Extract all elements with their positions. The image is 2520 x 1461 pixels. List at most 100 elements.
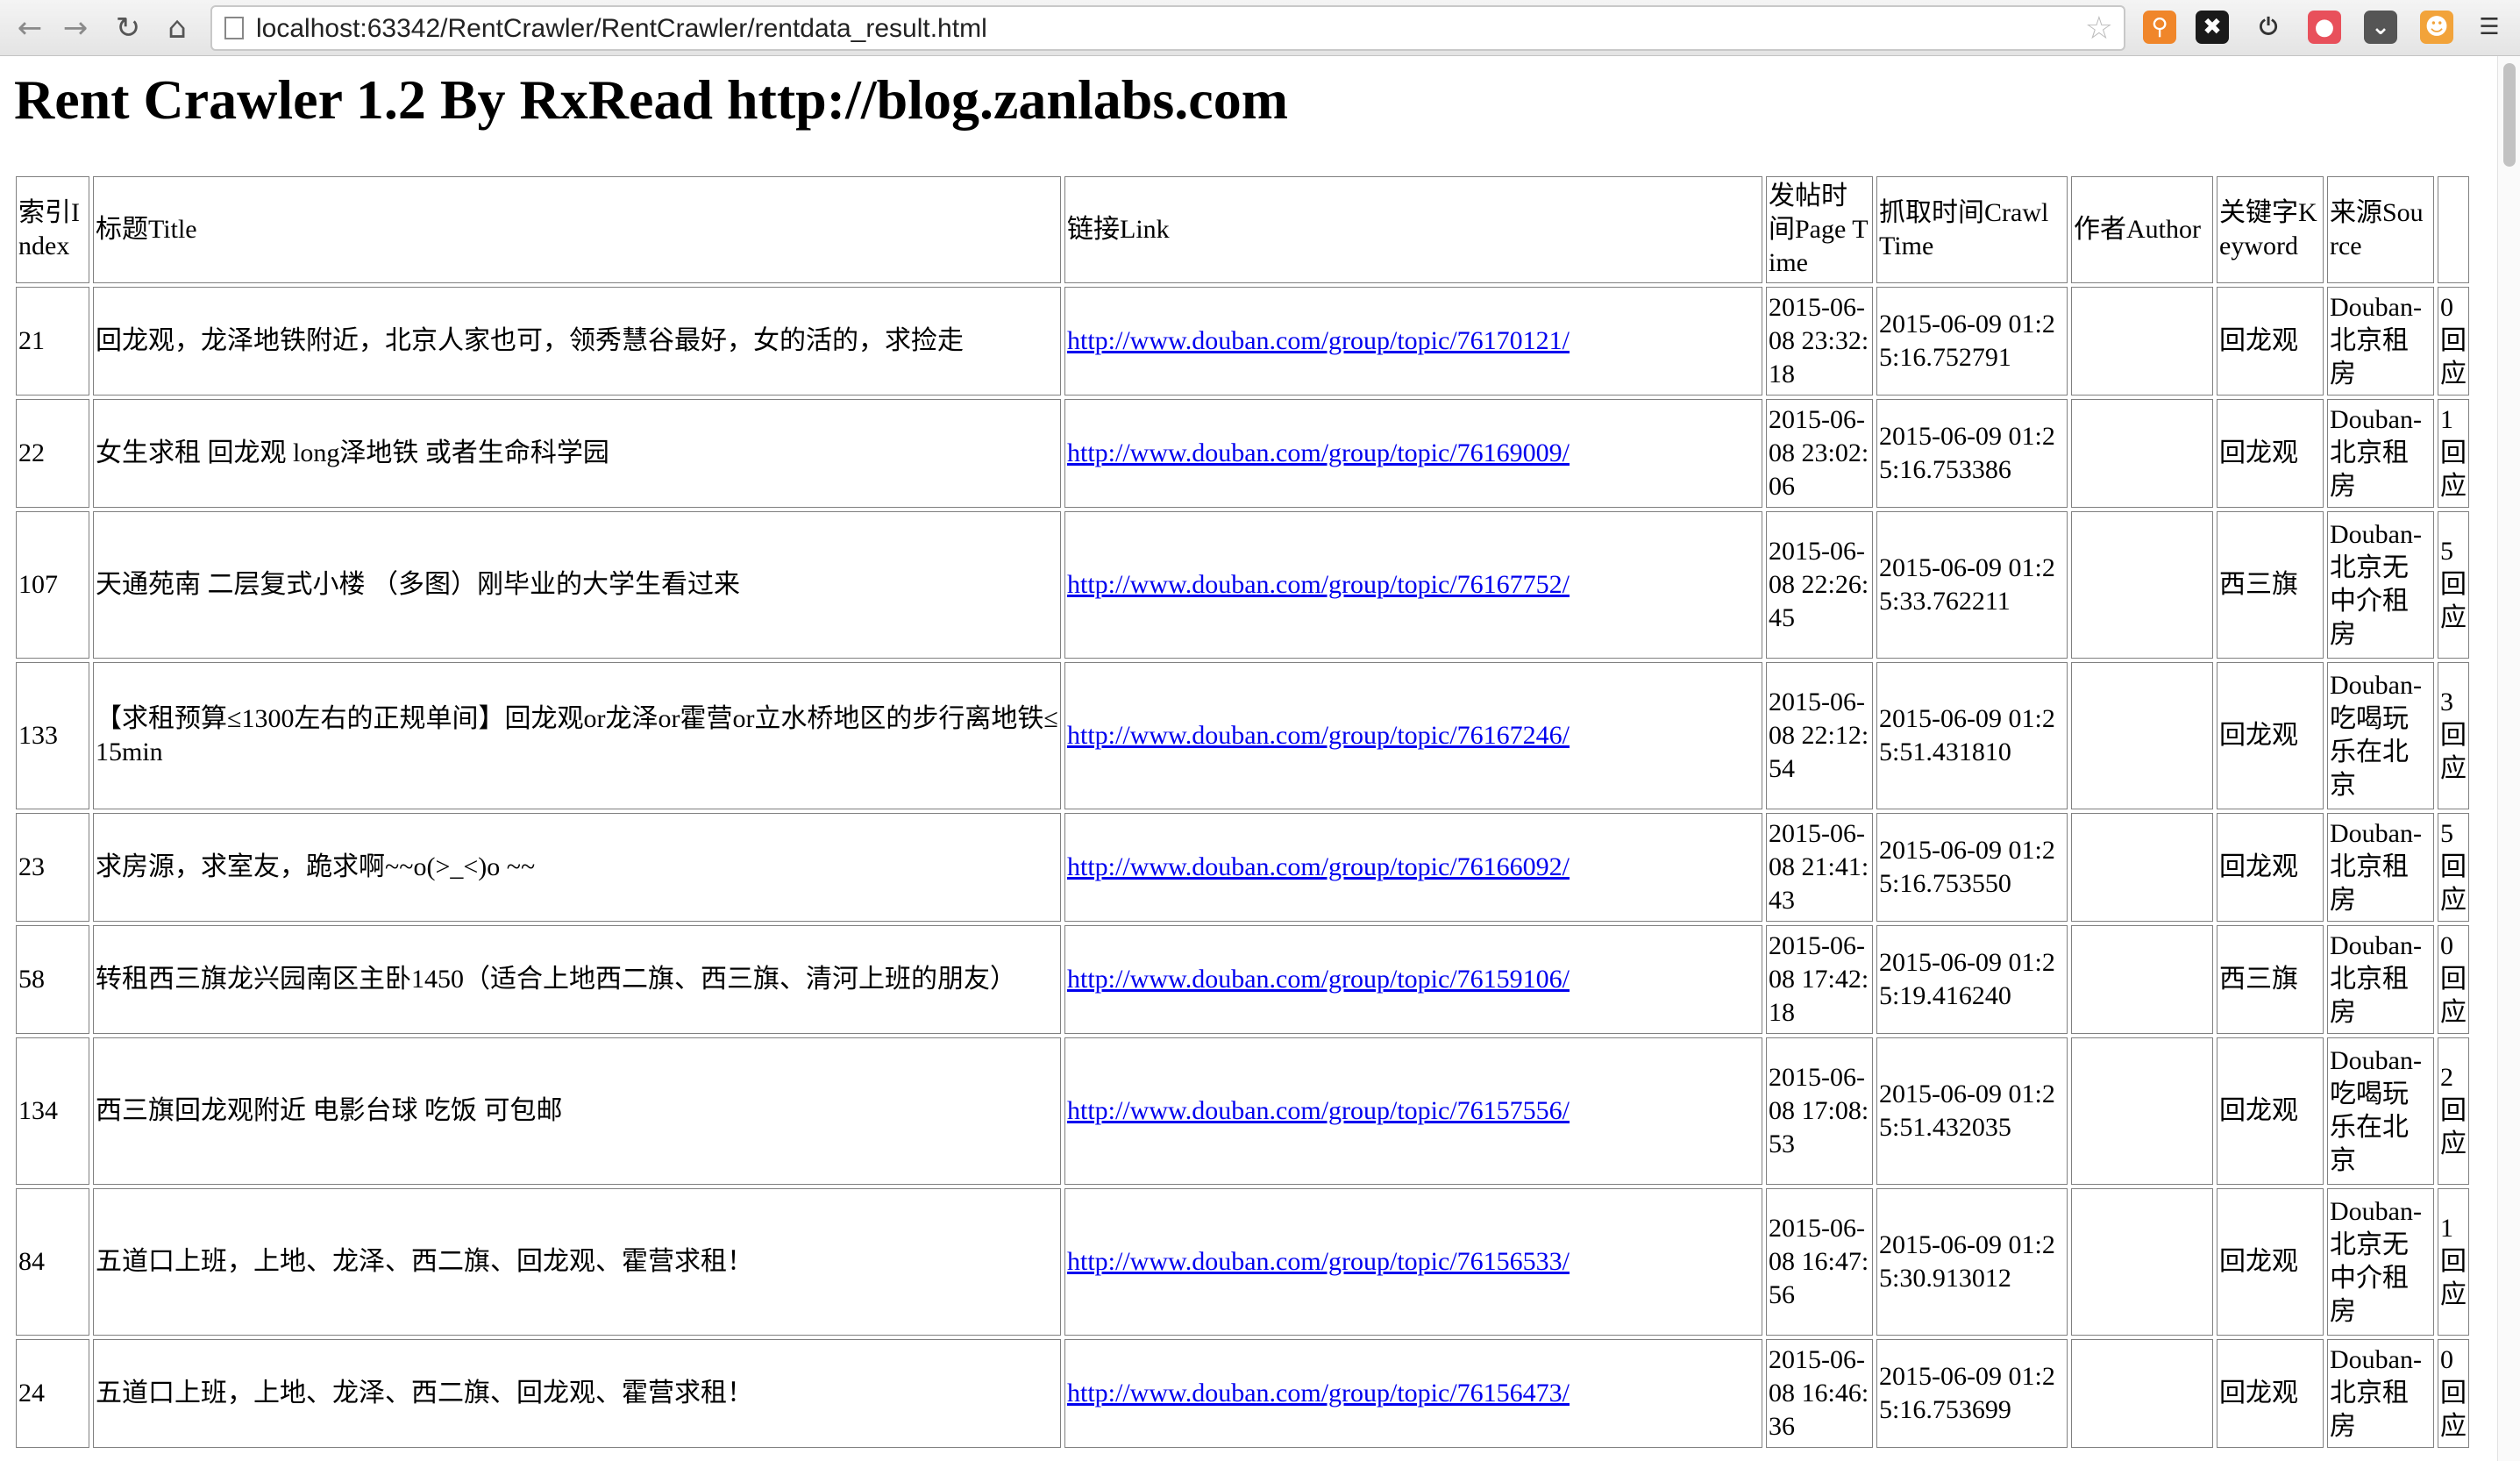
cell-index: 24 xyxy=(16,1339,89,1448)
table-row: 22 女生求租 回龙观 long泽地铁 或者生命科学园 http://www.d… xyxy=(16,399,2469,508)
cell-link: http://www.douban.com/group/topic/761701… xyxy=(1064,287,1762,396)
cell-title: 五道口上班，上地、龙泽、西二旗、回龙观、霍营求租！ xyxy=(93,1188,1061,1336)
cell-title: 求房源，求室友，跪求啊~~o(>_<)o ~~ xyxy=(93,813,1061,922)
cell-link: http://www.douban.com/group/topic/761575… xyxy=(1064,1037,1762,1185)
home-icon[interactable]: ⌂ xyxy=(158,9,196,47)
scrollbar-thumb[interactable] xyxy=(2503,63,2516,167)
cell-replies: 0回应 xyxy=(2438,925,2469,1034)
topic-link[interactable]: http://www.douban.com/group/topic/761564… xyxy=(1067,1379,1570,1408)
cell-title: 【求租预算≤1300左右的正规单间】回龙观or龙泽or霍营or立水桥地区的步行离… xyxy=(93,662,1061,809)
address-bar[interactable]: localhost:63342/RentCrawler/RentCrawler/… xyxy=(210,5,2125,51)
browser-toolbar: ← → ↻ ⌂ localhost:63342/RentCrawler/Rent… xyxy=(0,0,2520,56)
topic-link[interactable]: http://www.douban.com/group/topic/761672… xyxy=(1067,721,1570,750)
header-replies xyxy=(2438,176,2469,283)
cell-source: Douban-北京无中介租房 xyxy=(2327,511,2434,659)
cell-link: http://www.douban.com/group/topic/761660… xyxy=(1064,813,1762,922)
cell-author xyxy=(2071,813,2213,922)
page-content: Rent Crawler 1.2 By RxRead http://blog.z… xyxy=(0,56,2497,1461)
cell-link: http://www.douban.com/group/topic/761564… xyxy=(1064,1339,1762,1448)
table-header-row: 索引Index 标题Title 链接Link 发帖时间Page Time 抓取时… xyxy=(16,176,2469,283)
extension-1-icon[interactable]: ⚲ xyxy=(2143,11,2176,44)
cell-page-time: 2015-06-08 17:08:53 xyxy=(1766,1037,1873,1185)
cell-crawl-time: 2015-06-09 01:25:16.753550 xyxy=(1876,813,2068,922)
cell-crawl-time: 2015-06-09 01:25:19.416240 xyxy=(1876,925,2068,1034)
forward-arrow-icon[interactable]: → xyxy=(56,9,95,47)
cell-keyword: 西三旗 xyxy=(2217,925,2324,1034)
cell-crawl-time: 2015-06-09 01:25:51.431810 xyxy=(1876,662,2068,809)
header-source: 来源Source xyxy=(2327,176,2434,283)
cell-source: Douban-北京租房 xyxy=(2327,813,2434,922)
topic-link[interactable]: http://www.douban.com/group/topic/761701… xyxy=(1067,326,1570,355)
power-icon[interactable]: ⏻ xyxy=(2252,11,2285,44)
cell-index: 107 xyxy=(16,511,89,659)
cell-replies: 1回应 xyxy=(2438,1188,2469,1336)
topic-link[interactable]: http://www.douban.com/group/topic/761660… xyxy=(1067,852,1570,881)
cell-replies: 0回应 xyxy=(2438,287,2469,396)
extension-face-icon[interactable]: ☻ xyxy=(2420,11,2453,44)
cell-page-time: 2015-06-08 21:41:43 xyxy=(1766,813,1873,922)
cell-index: 23 xyxy=(16,813,89,922)
cell-page-time: 2015-06-08 16:47:56 xyxy=(1766,1188,1873,1336)
url-text[interactable]: localhost:63342/RentCrawler/RentCrawler/… xyxy=(256,14,987,44)
table-row: 58 转租西三旗龙兴园南区主卧1450（适合上地西二旗、西三旗、清河上班的朋友）… xyxy=(16,925,2469,1034)
reload-icon[interactable]: ↻ xyxy=(109,9,147,47)
header-author: 作者Author xyxy=(2071,176,2213,283)
table-row: 134 西三旗回龙观附近 电影台球 吃饭 可包邮 http://www.doub… xyxy=(16,1037,2469,1185)
cell-page-time: 2015-06-08 23:32:18 xyxy=(1766,287,1873,396)
cell-index: 58 xyxy=(16,925,89,1034)
cell-author xyxy=(2071,1037,2213,1185)
cell-link: http://www.douban.com/group/topic/761677… xyxy=(1064,511,1762,659)
bookmark-star-icon[interactable]: ☆ xyxy=(2085,11,2113,46)
cell-author xyxy=(2071,399,2213,508)
cell-index: 21 xyxy=(16,287,89,396)
cell-source: Douban-北京租房 xyxy=(2327,925,2434,1034)
cell-page-time: 2015-06-08 17:42:18 xyxy=(1766,925,1873,1034)
cell-link: http://www.douban.com/group/topic/761591… xyxy=(1064,925,1762,1034)
pocket-icon[interactable]: ⌄ xyxy=(2364,11,2397,44)
cell-source: Douban-北京租房 xyxy=(2327,1339,2434,1448)
cell-keyword: 回龙观 xyxy=(2217,399,2324,508)
cell-crawl-time: 2015-06-09 01:25:16.752791 xyxy=(1876,287,2068,396)
cell-replies: 1回应 xyxy=(2438,399,2469,508)
topic-link[interactable]: http://www.douban.com/group/topic/761690… xyxy=(1067,438,1570,467)
header-page-time: 发帖时间Page Time xyxy=(1766,176,1873,283)
cell-author xyxy=(2071,925,2213,1034)
page-title: Rent Crawler 1.2 By RxRead http://blog.z… xyxy=(14,68,1288,131)
cell-crawl-time: 2015-06-09 01:25:16.753699 xyxy=(1876,1339,2068,1448)
cell-keyword: 回龙观 xyxy=(2217,662,2324,809)
cell-keyword: 西三旗 xyxy=(2217,511,2324,659)
cell-index: 22 xyxy=(16,399,89,508)
table-row: 23 求房源，求室友，跪求啊~~o(>_<)o ~~ http://www.do… xyxy=(16,813,2469,922)
cell-page-time: 2015-06-08 22:26:45 xyxy=(1766,511,1873,659)
cell-author xyxy=(2071,1188,2213,1336)
vertical-scrollbar[interactable] xyxy=(2497,56,2520,1461)
results-table: 索引Index 标题Title 链接Link 发帖时间Page Time 抓取时… xyxy=(12,173,2473,1451)
cell-index: 134 xyxy=(16,1037,89,1185)
cell-source: Douban-北京租房 xyxy=(2327,399,2434,508)
cell-title: 转租西三旗龙兴园南区主卧1450（适合上地西二旗、西三旗、清河上班的朋友） xyxy=(93,925,1061,1034)
topic-link[interactable]: http://www.douban.com/group/topic/761575… xyxy=(1067,1096,1570,1125)
table-row: 24 五道口上班，上地、龙泽、西二旗、回龙观、霍营求租！ http://www.… xyxy=(16,1339,2469,1448)
topic-link[interactable]: http://www.douban.com/group/topic/761677… xyxy=(1067,570,1570,599)
cell-source: Douban-吃喝玩乐在北京 xyxy=(2327,662,2434,809)
cell-replies: 3回应 xyxy=(2438,662,2469,809)
table-row: 21 回龙观，龙泽地铁附近，北京人家也可，领秀慧谷最好，女的活的，求捡走 htt… xyxy=(16,287,2469,396)
cell-title: 回龙观，龙泽地铁附近，北京人家也可，领秀慧谷最好，女的活的，求捡走 xyxy=(93,287,1061,396)
cell-crawl-time: 2015-06-09 01:25:33.762211 xyxy=(1876,511,2068,659)
extension-red-icon[interactable]: ● xyxy=(2308,11,2341,44)
cell-page-time: 2015-06-08 23:02:06 xyxy=(1766,399,1873,508)
page-icon xyxy=(224,17,244,39)
topic-link[interactable]: http://www.douban.com/group/topic/761591… xyxy=(1067,965,1570,994)
cell-link: http://www.douban.com/group/topic/761672… xyxy=(1064,662,1762,809)
header-keyword: 关键字Keyword xyxy=(2217,176,2324,283)
header-link: 链接Link xyxy=(1064,176,1762,283)
extension-2-icon[interactable]: ✖ xyxy=(2196,11,2229,44)
cell-author xyxy=(2071,1339,2213,1448)
back-arrow-icon[interactable]: ← xyxy=(11,9,49,47)
cell-replies: 0回应 xyxy=(2438,1339,2469,1448)
header-index: 索引Index xyxy=(16,176,89,283)
topic-link[interactable]: http://www.douban.com/group/topic/761565… xyxy=(1067,1247,1570,1276)
header-title: 标题Title xyxy=(93,176,1061,283)
menu-icon[interactable]: ☰ xyxy=(2473,11,2506,44)
cell-link: http://www.douban.com/group/topic/761690… xyxy=(1064,399,1762,508)
